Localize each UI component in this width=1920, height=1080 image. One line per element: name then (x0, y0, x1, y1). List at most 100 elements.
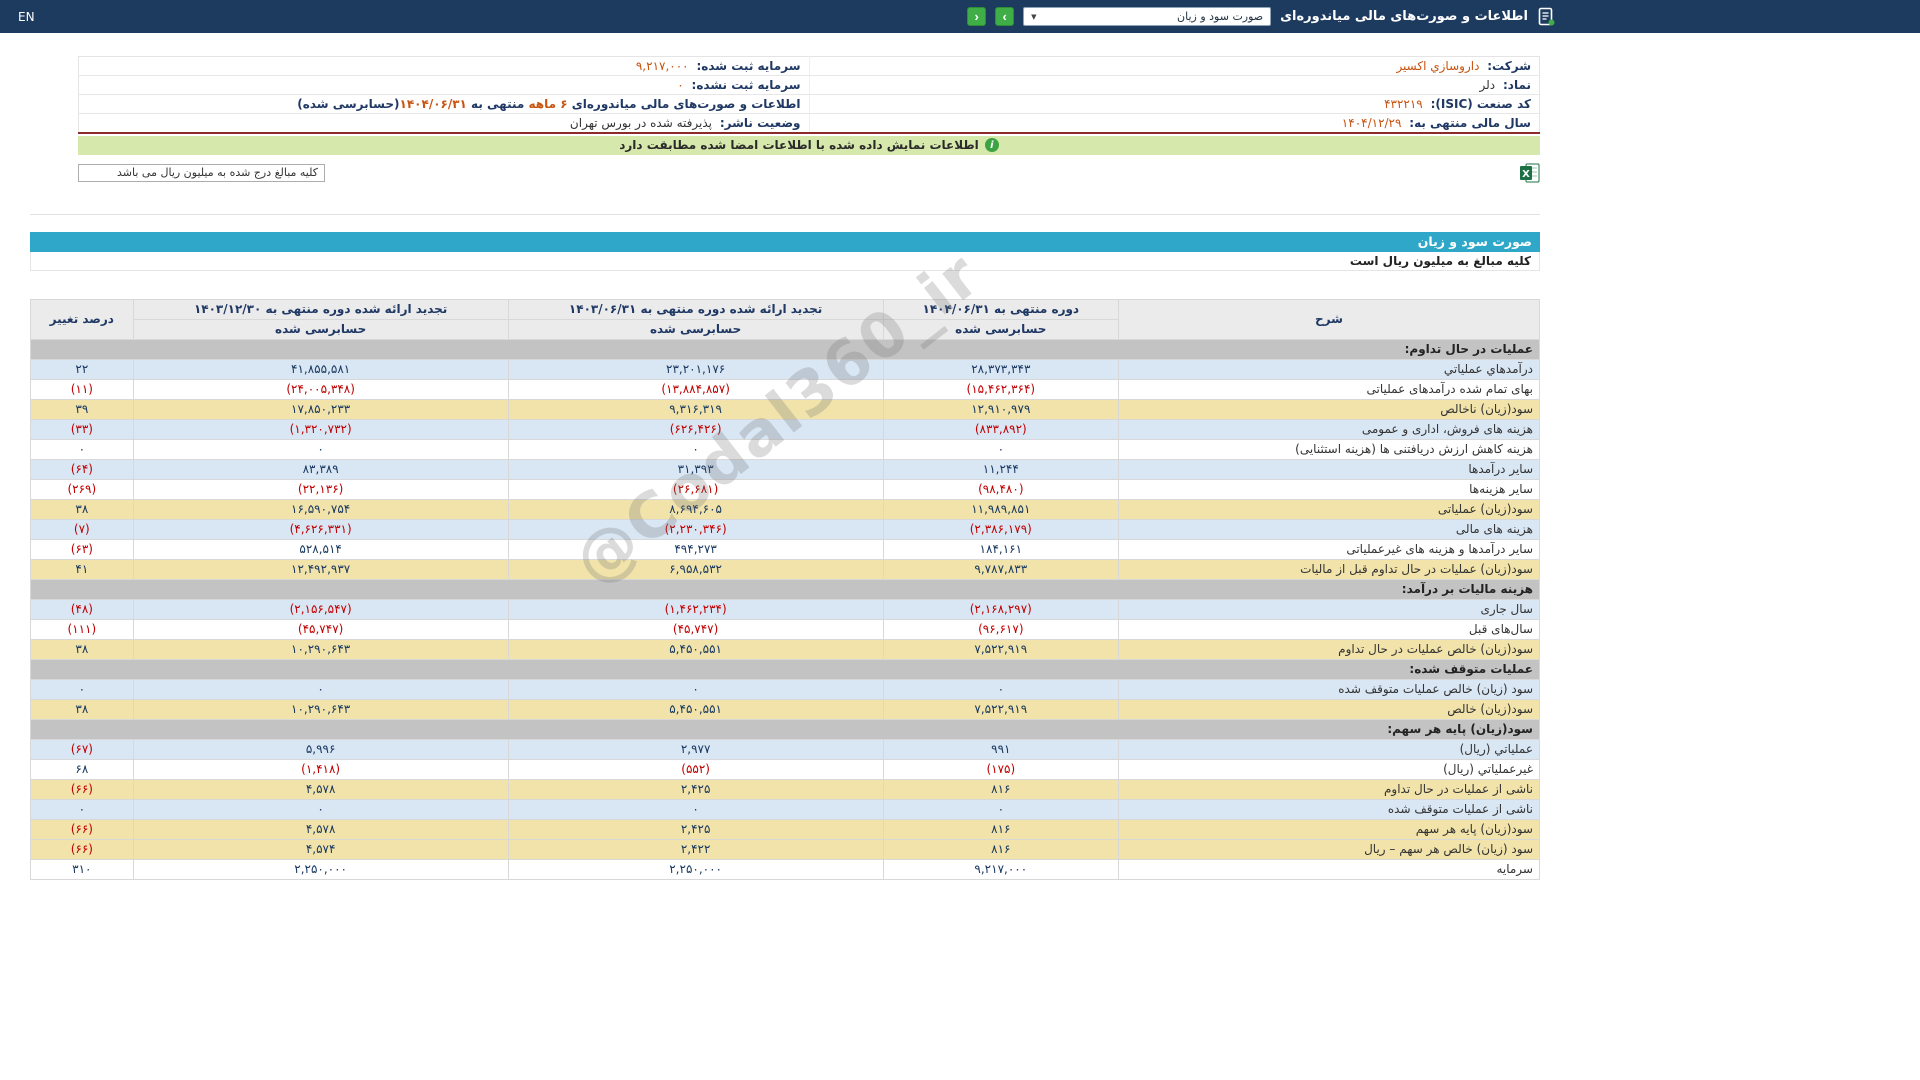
row-label: عملیاتي (ریال) (1118, 738, 1540, 760)
section-row: عملیات در حال تداوم: (30, 338, 1540, 360)
income-table-row: هزینه های فروش، اداری و عمومی (۸۳۳,۸۹۲) (۶… (30, 418, 1540, 440)
cell-value: ۰ (882, 798, 1120, 820)
nav-forward-button[interactable]: › (995, 7, 1015, 26)
cell-value: ۲,۴۲۵ (507, 778, 884, 800)
cell-value: (۹۸,۴۸۰) (882, 478, 1120, 500)
excel-export-icon[interactable]: X (1520, 163, 1540, 183)
cell-value: ۹,۳۱۶,۳۱۹ (507, 398, 884, 420)
cell-value: (۹۶,۶۱۷) (882, 618, 1120, 640)
section-row: عملیات متوقف شده: (30, 658, 1540, 680)
income-table-row: سود(زیان) خالص ۷,۵۲۲,۹۱۹ ۵,۴۵۰,۵۵۱ ۱۰,۲۹۰,۶… (30, 698, 1540, 720)
income-table-row: سرمایه ۹,۲۱۷,۰۰۰ ۲,۲۵۰,۰۰۰ ۲,۲۵۰,۰۰۰ ۳۱۰ (30, 858, 1540, 880)
income-table-row: سود (زیان) خالص عملیات متوقف شده ۰ ۰ ۰ ۰ (30, 678, 1540, 700)
row-label: سال‌های قبل (1118, 618, 1540, 640)
cell-value: ۰ (507, 678, 884, 700)
cell-value: (۴۸) (30, 598, 134, 620)
row-label: سود(زیان) عملیاتی (1118, 498, 1540, 520)
cell-value: ۰ (507, 798, 884, 820)
cell-value: ۴,۵۷۴ (132, 838, 509, 860)
cell-value: (۳۳) (30, 418, 134, 440)
row-label: سود (زیان) خالص هر سهم – ریال (1118, 838, 1540, 860)
cell-value: ۱۷,۸۵۰,۲۳۳ (132, 398, 509, 420)
row-label: درآمدهاي عملياتي (1118, 358, 1540, 380)
codal-statement-page: { "colors": { "navbar_navy": "#1d3a5f", … (0, 0, 1920, 1080)
cell-value: ۸۱۶ (882, 838, 1120, 860)
row-label: بهای تمام شده درآمدهای عملیاتی (1118, 378, 1540, 400)
signature-match-banner: i اطلاعات نمایش داده شده با اطلاعات امضا… (78, 135, 1540, 155)
cell-value: (۷) (30, 518, 134, 540)
cell-value: (۵۵۲) (507, 758, 884, 780)
row-label: ناشی از عملیات در حال تداوم (1118, 778, 1540, 800)
statement-type-selected-value: صورت سود و زیان (1177, 10, 1264, 23)
income-table-row: ناشی از عملیات متوقف شده ۰ ۰ ۰ ۰ (30, 798, 1540, 820)
cell-value: ۱۸۴,۱۶۱ (882, 538, 1120, 560)
row-label: سایر هزینه‌ها (1118, 478, 1540, 500)
cell-value: ۸۱۶ (882, 778, 1120, 800)
cell-value: (۲,۲۳۰,۳۴۶) (507, 518, 884, 540)
cell-value: (۲۴,۰۰۵,۳۴۸) (132, 378, 509, 400)
language-switch-en[interactable]: EN (18, 10, 35, 24)
fiscal-year-end-label: سال مالی منتهی به: (1409, 115, 1531, 130)
cell-value: (۶۳) (30, 538, 134, 560)
issuer-status-label: وضعیت ناشر: (719, 115, 801, 130)
cell-value: ۲,۴۲۵ (507, 818, 884, 840)
tools-row: X کلیه مبالغ درج شده به میلیون ریال می ب… (78, 163, 1540, 183)
units-note-box-text: کلیه مبالغ درج شده به میلیون ریال می باش… (117, 166, 318, 179)
cell-value: ۵,۹۹۶ (132, 738, 509, 760)
section-divider (30, 213, 1540, 215)
cell-value: (۱۱) (30, 378, 134, 400)
income-statement-table: شرح دوره منتهی به ۱۴۰۴/۰۶/۳۱ تجدید ارائه… (30, 298, 1540, 880)
company-name-label: شرکت: (1487, 59, 1531, 73)
cell-value: (۲,۱۵۶,۵۴۷) (132, 598, 509, 620)
income-table-row: هزینه های مالی (۲,۳۸۶,۱۷۹) (۲,۲۳۰,۳۴۶) (۴,۶… (30, 518, 1540, 540)
cell-value: (۱۷۵) (882, 758, 1120, 780)
income-table-row: سایر هزینه‌ها (۹۸,۴۸۰) (۲۶,۶۸۱) (۲۲,۱۳۶) (۲۶… (30, 478, 1540, 500)
statement-units-text: کلیه مبالغ به میلیون ریال است (1349, 253, 1531, 268)
cell-value: (۲۶,۶۸۱) (507, 478, 884, 500)
income-statement-section: صورت سود و زیان کلیه مبالغ به میلیون ریا… (30, 231, 1540, 880)
navbar-right-group: اطلاعات و صورت‌های مالی میاندوره‌ای صورت… (967, 7, 1555, 27)
row-label: سود(زیان) خالص عملیات در حال تداوم (1118, 638, 1540, 660)
cell-value: ۶,۹۵۸,۵۳۲ (507, 558, 884, 580)
cell-value: (۶۶) (30, 818, 134, 840)
cell-value: ۹,۷۸۷,۸۳۳ (882, 558, 1120, 580)
cell-value: ۲۲ (30, 358, 134, 380)
cell-value: ۷,۵۲۲,۹۱۹ (882, 698, 1120, 720)
cell-value: ۸۱۶ (882, 818, 1120, 840)
cell-value: ۱۶,۵۹۰,۷۵۴ (132, 498, 509, 520)
cell-value: ۴,۵۷۸ (132, 778, 509, 800)
cell-value: ۰ (132, 438, 509, 460)
row-label: سایر درآمدها و هزینه های غیرعملیاتی (1118, 538, 1540, 560)
cell-value: (۶۴) (30, 458, 134, 480)
nav-back-button[interactable]: ‹ (967, 7, 987, 26)
income-table-header: شرح دوره منتهی به ۱۴۰۴/۰۶/۳۱ تجدید ارائه… (30, 298, 1540, 340)
cell-value: ۲,۴۲۲ (507, 838, 884, 860)
income-table-row: هزینه کاهش ارزش دریافتنی ها (هزینه استثن… (30, 438, 1540, 460)
cell-value: (۲,۱۶۸,۲۹۷) (882, 598, 1120, 620)
cell-value: (۸۳۳,۸۹۲) (882, 418, 1120, 440)
row-label: غیرعملیاتي (ریال) (1118, 758, 1540, 780)
cell-value: (۶۷) (30, 738, 134, 760)
audited-suffix: (حسابرسی شده) (297, 97, 400, 111)
cell-value: ۱۱,۹۸۹,۸۵۱ (882, 498, 1120, 520)
statement-title-bar: صورت سود و زیان (30, 231, 1540, 252)
cell-value: ۵,۴۵۰,۵۵۱ (507, 698, 884, 720)
signature-match-text: اطلاعات نمایش داده شده با اطلاعات امضا ش… (619, 138, 979, 152)
cell-value: ۱۰,۲۹۰,۶۴۳ (132, 638, 509, 660)
statement-type-select[interactable]: صورت سود و زیان ▼ (1023, 7, 1272, 26)
income-table-row: ناشی از عملیات در حال تداوم ۸۱۶ ۲,۴۲۵ ۴,۵۷۸… (30, 778, 1540, 800)
isic-code-label: کد صنعت (ISIC): (1430, 97, 1531, 111)
period-length: ۶ ماهه (528, 97, 568, 111)
cell-value: ۶۸ (30, 758, 134, 780)
cell-value: ۱۱,۲۴۴ (882, 458, 1120, 480)
row-label: هزینه های فروش، اداری و عمومی (1118, 418, 1540, 440)
cell-value: ۳۱,۳۹۳ (507, 458, 884, 480)
cell-value: ۲,۲۵۰,۰۰۰ (132, 858, 509, 880)
col-header-current-period: دوره منتهی به ۱۴۰۴/۰۶/۳۱ (882, 298, 1120, 320)
fiscal-year-end-value: ۱۴۰۴/۱۲/۲۹ (1341, 115, 1402, 130)
cell-value: ۰ (30, 798, 134, 820)
income-table-row: سایر درآمدها ۱۱,۲۴۴ ۳۱,۳۹۳ ۸۳,۳۸۹ (۶۴) (30, 458, 1540, 480)
income-table-row: درآمدهاي عملياتي ۲۸,۳۷۳,۳۴۳ ۲۳,۲۰۱,۱۷۶ ۴۱,۸… (30, 358, 1540, 380)
unregistered-capital-label: سرمایه ثبت نشده: (691, 78, 801, 92)
cell-value: ۵,۴۵۰,۵۵۱ (507, 638, 884, 660)
